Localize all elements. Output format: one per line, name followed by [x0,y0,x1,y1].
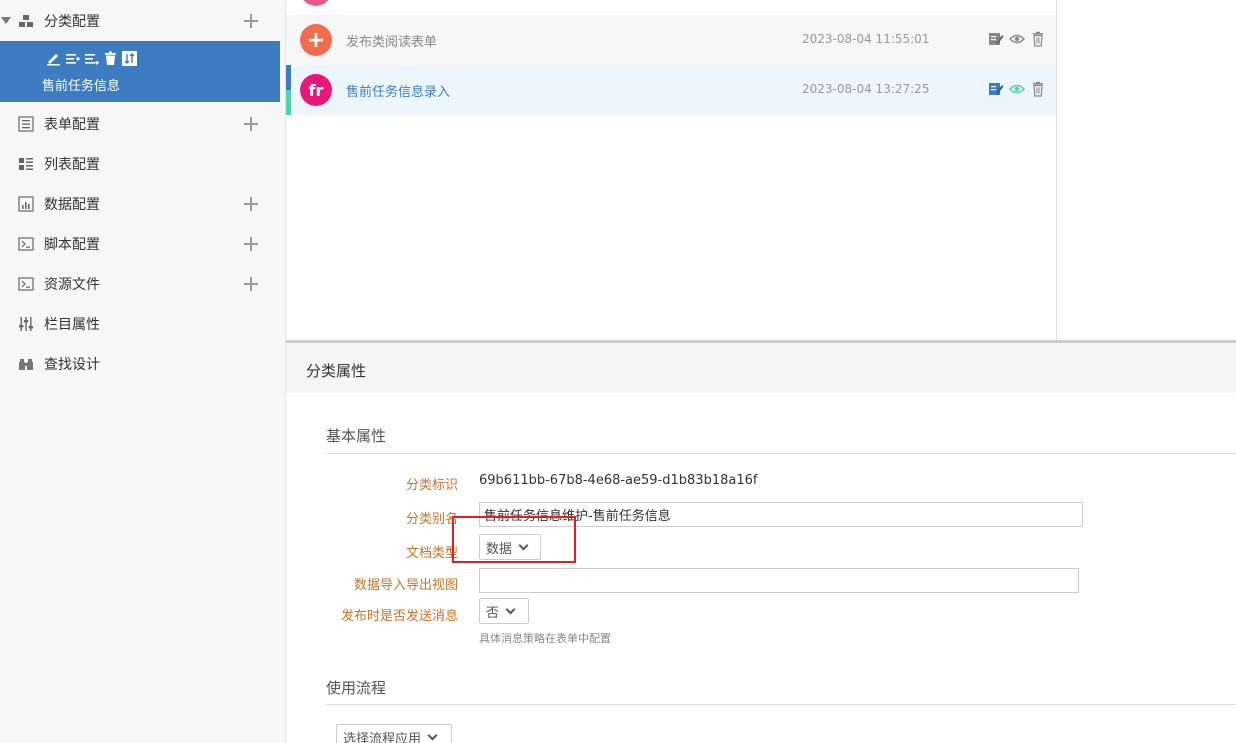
import-export-view-input[interactable] [479,568,1079,593]
section-title-flow: 使用流程 [326,679,387,697]
highlight-box [452,516,576,563]
sort-icon[interactable] [122,51,137,66]
sidebar-item-label: 列表配置 [44,157,100,173]
list-item-selected[interactable]: fr 售前任务信息录入 2023-08-04 13:27:25 [286,65,1056,115]
field-label-import-view: 数据导入导出视图 [353,578,458,593]
field-label-id: 分类标识 [405,478,458,493]
sidebar-item-label: 栏目属性 [44,317,100,333]
sidebar-item-label: 资源文件 [44,277,100,293]
add-icon[interactable] [244,14,258,28]
add-icon[interactable] [244,117,258,131]
sidebar-item-list[interactable]: 列表配置 [0,144,280,184]
chart-icon [18,196,34,212]
sidebar: 分类配置 售前任务信息 表单配置 列表配置 数据配置 脚本配置 资源文件 栏目属… [0,0,286,743]
sidebar-item-column-props[interactable]: 栏目属性 [0,304,280,344]
field-label-doctype: 文档类型 [405,546,458,561]
divider [326,704,1236,705]
sidebar-item-label: 脚本配置 [44,237,100,253]
form-badge-icon [300,0,332,6]
panel-header: 分类属性 [286,343,1236,393]
flow-app-select[interactable]: 选择流程应用 [336,724,452,743]
category-icon [18,13,34,29]
sidebar-item-data[interactable]: 数据配置 [0,184,280,224]
field-label-notify: 发布时是否发送消息 [340,609,458,624]
insert-before-icon[interactable] [65,51,80,66]
sidebar-item-form[interactable]: 表单配置 [0,104,280,144]
form-time: 2023-08-04 13:27:25 [802,82,930,96]
sidebar-item-label: 表单配置 [44,117,100,133]
add-icon[interactable] [244,197,258,211]
row-actions [988,31,1046,47]
sidebar-item-category[interactable]: 分类配置 [0,1,280,41]
terminal-icon [18,276,34,292]
list-item[interactable]: + 发布类阅读表单 2023-08-04 11:55:01 [286,15,1056,65]
notify-select-value: 否 [486,605,500,621]
field-label-alias: 分类别名 [405,512,458,527]
edit-icon[interactable] [46,51,61,66]
sidebar-item-script[interactable]: 脚本配置 [0,224,280,264]
terminal-icon [18,236,34,252]
preview-eye-icon[interactable] [1009,31,1025,47]
edit-icon[interactable] [988,81,1004,97]
sidebar-item-label: 数据配置 [44,197,100,213]
sidebar-item-label: 分类配置 [44,14,100,30]
add-icon[interactable] [244,277,258,291]
delete-icon[interactable] [1030,31,1046,47]
sidebar-item-selected[interactable]: 售前任务信息 [0,41,280,102]
collapse-triangle-icon[interactable] [1,17,11,24]
preview-eye-icon[interactable] [1009,81,1025,97]
chevron-down-icon [505,604,516,614]
binoculars-icon [18,356,34,372]
form-badge-icon: + [300,24,332,56]
notify-select[interactable]: 否 [479,598,529,624]
flow-select-value: 选择流程应用 [343,731,422,743]
sliders-icon [18,316,34,332]
form-list: + 发布类阅读表单 2023-08-04 11:55:01 fr 售前任务信息录… [286,0,1057,340]
sidebar-item-resource[interactable]: 资源文件 [0,264,280,304]
divider [326,453,1236,454]
sidebar-item-label: 查找设计 [44,357,100,373]
form-badge-icon: fr [300,74,332,106]
selected-item-label: 售前任务信息 [42,79,121,94]
form-name[interactable]: 发布类阅读表单 [346,31,437,50]
form-name[interactable]: 售前任务信息录入 [346,81,450,100]
panel-title: 分类属性 [306,362,367,380]
item-toolbar [46,51,137,66]
form-icon [18,116,34,132]
add-icon[interactable] [244,237,258,251]
category-id-value: 69b611bb-67b8-4e68-ae59-d1b83b18a16f [479,473,758,488]
chevron-down-icon [427,730,438,740]
row-actions [988,81,1046,97]
section-title-basic: 基本属性 [326,427,387,445]
edit-icon[interactable] [988,31,1004,47]
sidebar-item-find-design[interactable]: 查找设计 [0,344,280,384]
form-time: 2023-08-04 11:55:01 [802,32,930,46]
delete-icon[interactable] [1030,81,1046,97]
delete-icon[interactable] [103,51,118,66]
insert-after-icon[interactable] [84,51,99,66]
category-properties-panel: 分类属性 基本属性 分类标识 69b611bb-67b8-4e68-ae59-d… [286,340,1236,743]
selection-indicator [286,65,291,115]
list-icon [18,156,34,172]
notify-hint: 具体消息策略在表单中配置 [479,632,611,645]
